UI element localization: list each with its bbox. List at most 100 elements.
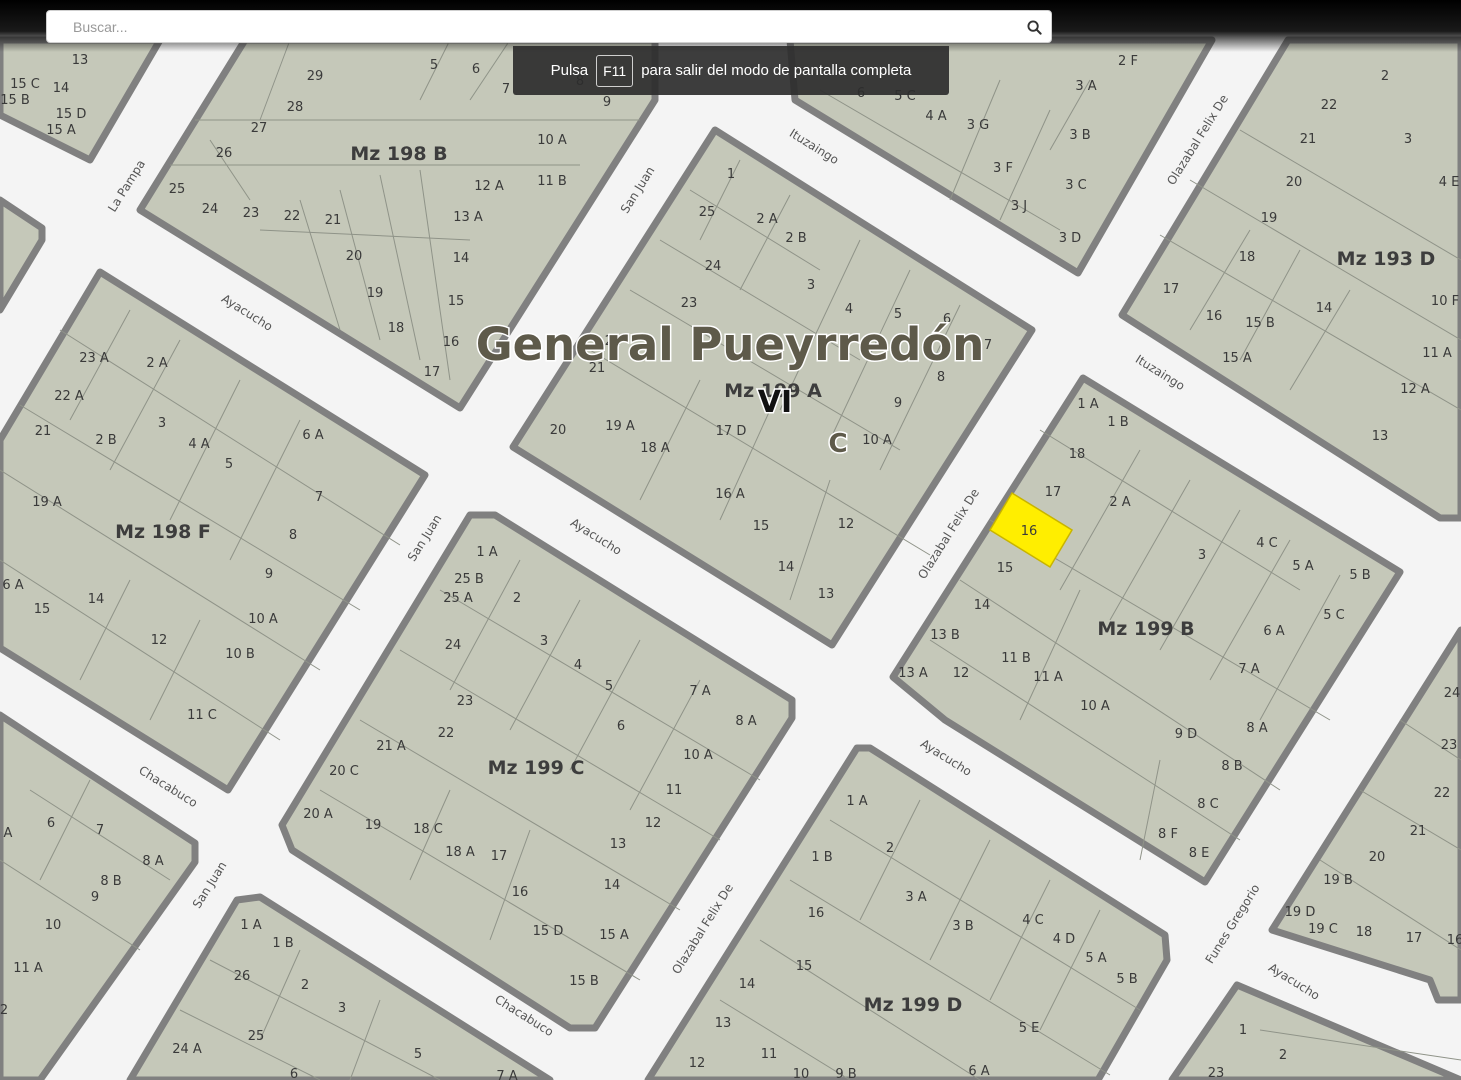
lot-label: 20	[346, 249, 363, 264]
lot-label: 6 A	[968, 1064, 989, 1079]
lot-label: 2	[886, 841, 894, 856]
lot-label: 25	[169, 182, 186, 197]
lot-label: 27	[251, 121, 268, 136]
lot-label: 3 F	[993, 161, 1013, 176]
lot-label: 14	[453, 251, 470, 266]
lot-label: 10 A	[537, 133, 567, 148]
lot-label: 22	[1434, 786, 1451, 801]
lot-label: 2 A	[1109, 495, 1130, 510]
lot-label: 18	[388, 321, 405, 336]
lot-label: 14	[739, 977, 756, 992]
lot-label: 15 B	[1245, 316, 1275, 331]
block-label-b199d: Mz 199 D	[864, 994, 963, 1016]
lot-label: 28	[287, 100, 304, 115]
lot-label: 9	[894, 396, 902, 411]
lot-label: 7	[502, 82, 510, 97]
lot-label: 8 B	[100, 874, 121, 889]
lot-label: 4 A	[925, 109, 946, 124]
lot-label: 8 C	[1197, 797, 1218, 812]
lot-label: 3 B	[1069, 128, 1090, 143]
block-label-b199c: Mz 199 C	[488, 757, 585, 779]
lot-label: 1 A	[240, 918, 261, 933]
lot-label: 17	[491, 849, 508, 864]
lot-label: 23	[457, 694, 474, 709]
lot-label: 23 A	[79, 351, 109, 366]
lot-label: 23	[1441, 738, 1458, 753]
lot-label: 24	[705, 259, 722, 274]
lot-label: 3	[1198, 548, 1206, 563]
lot-label: 1 A	[476, 545, 497, 560]
lot-label: 24	[445, 638, 462, 653]
lot-label: 1 A	[846, 794, 867, 809]
lot-label: 23	[243, 206, 260, 221]
search-box	[46, 10, 1052, 43]
lot-label: 15 B	[569, 974, 599, 989]
lot-label: 13 A	[898, 666, 928, 681]
lot-label: 5	[414, 1047, 422, 1062]
lot-label: 5 E	[1019, 1021, 1040, 1036]
lot-label: 2 B	[785, 231, 806, 246]
lot-label: 1 A	[1077, 397, 1098, 412]
lot-label: 3	[1404, 132, 1412, 147]
lot-label: 8 E	[1189, 846, 1210, 861]
lot-label: 24	[202, 202, 219, 217]
lot-label: 26	[216, 146, 233, 161]
section-label: C	[828, 429, 847, 459]
lot-label: 2 F	[1118, 54, 1138, 69]
lot-label: 19 A	[605, 419, 635, 434]
block-label-b198b: Mz 198 B	[350, 143, 447, 165]
notice-text-after: para salir del modo de pantalla completa	[641, 62, 912, 79]
lot-label: 19 D	[1285, 905, 1316, 920]
lot-label: 16	[1021, 524, 1038, 539]
lot-label: 15	[34, 602, 51, 617]
lot-label: 5	[430, 58, 438, 73]
lot-label: 3 D	[1059, 231, 1081, 246]
lot-label: 14	[974, 598, 991, 613]
search-button[interactable]	[1021, 14, 1047, 40]
lot-label: 3	[807, 278, 815, 293]
lot-label: 18 A	[640, 441, 670, 456]
lot-label: 4 C	[1256, 536, 1277, 551]
lot-label: 7	[315, 490, 323, 505]
lot-label: 3 B	[952, 919, 973, 934]
lot-label: 25 A	[443, 591, 473, 606]
lot-label: 1	[1239, 1023, 1247, 1038]
lot-label: 14	[604, 878, 621, 893]
lot-label: 18	[1356, 925, 1373, 940]
lot-label: 11 C	[187, 708, 217, 723]
lot-label: 12	[953, 666, 970, 681]
lot-label: 12	[151, 633, 168, 648]
lot-label: 5 A	[1085, 951, 1106, 966]
lot-label: 9 D	[1175, 727, 1197, 742]
lot-label: 1 B	[272, 936, 293, 951]
lot-label: 15 B	[0, 93, 30, 108]
lot-label: 6	[47, 816, 55, 831]
lot-label: 15 A	[1222, 351, 1252, 366]
lot-label: 2	[1279, 1048, 1287, 1063]
lot-label: 8 A	[735, 714, 756, 729]
lot-label: 6	[290, 1067, 298, 1080]
lot-label: 2	[0, 1003, 8, 1018]
lot-label: 4 C	[1022, 913, 1043, 928]
lot-label: 15 D	[56, 107, 87, 122]
lot-label: 10	[793, 1067, 810, 1080]
search-input[interactable]	[47, 11, 1007, 42]
lot-label: 22 A	[54, 389, 84, 404]
lot-label: 19 A	[32, 495, 62, 510]
lot-label: 8 B	[1221, 759, 1242, 774]
lot-label: 20	[1369, 850, 1386, 865]
lot-label: 12	[689, 1056, 706, 1071]
lot-label: 9	[265, 567, 273, 582]
lot-label: 8 A	[142, 854, 163, 869]
lot-label: 10 A	[683, 748, 713, 763]
lot-label: 25	[248, 1029, 265, 1044]
lot-label: 17 D	[716, 424, 747, 439]
lot-label: 12 A	[1400, 382, 1430, 397]
locality-label: General Pueyrredón	[476, 318, 985, 371]
lot-label: 2	[1381, 69, 1389, 84]
lot-label: 2 A	[146, 356, 167, 371]
cadastral-map[interactable]: La Pampa San JuanSan JuanSan JuanItuzaing…	[0, 0, 1461, 1080]
lot-label: 12	[645, 816, 662, 831]
lot-label: 16 A	[715, 487, 745, 502]
lot-label: 20 C	[329, 764, 359, 779]
